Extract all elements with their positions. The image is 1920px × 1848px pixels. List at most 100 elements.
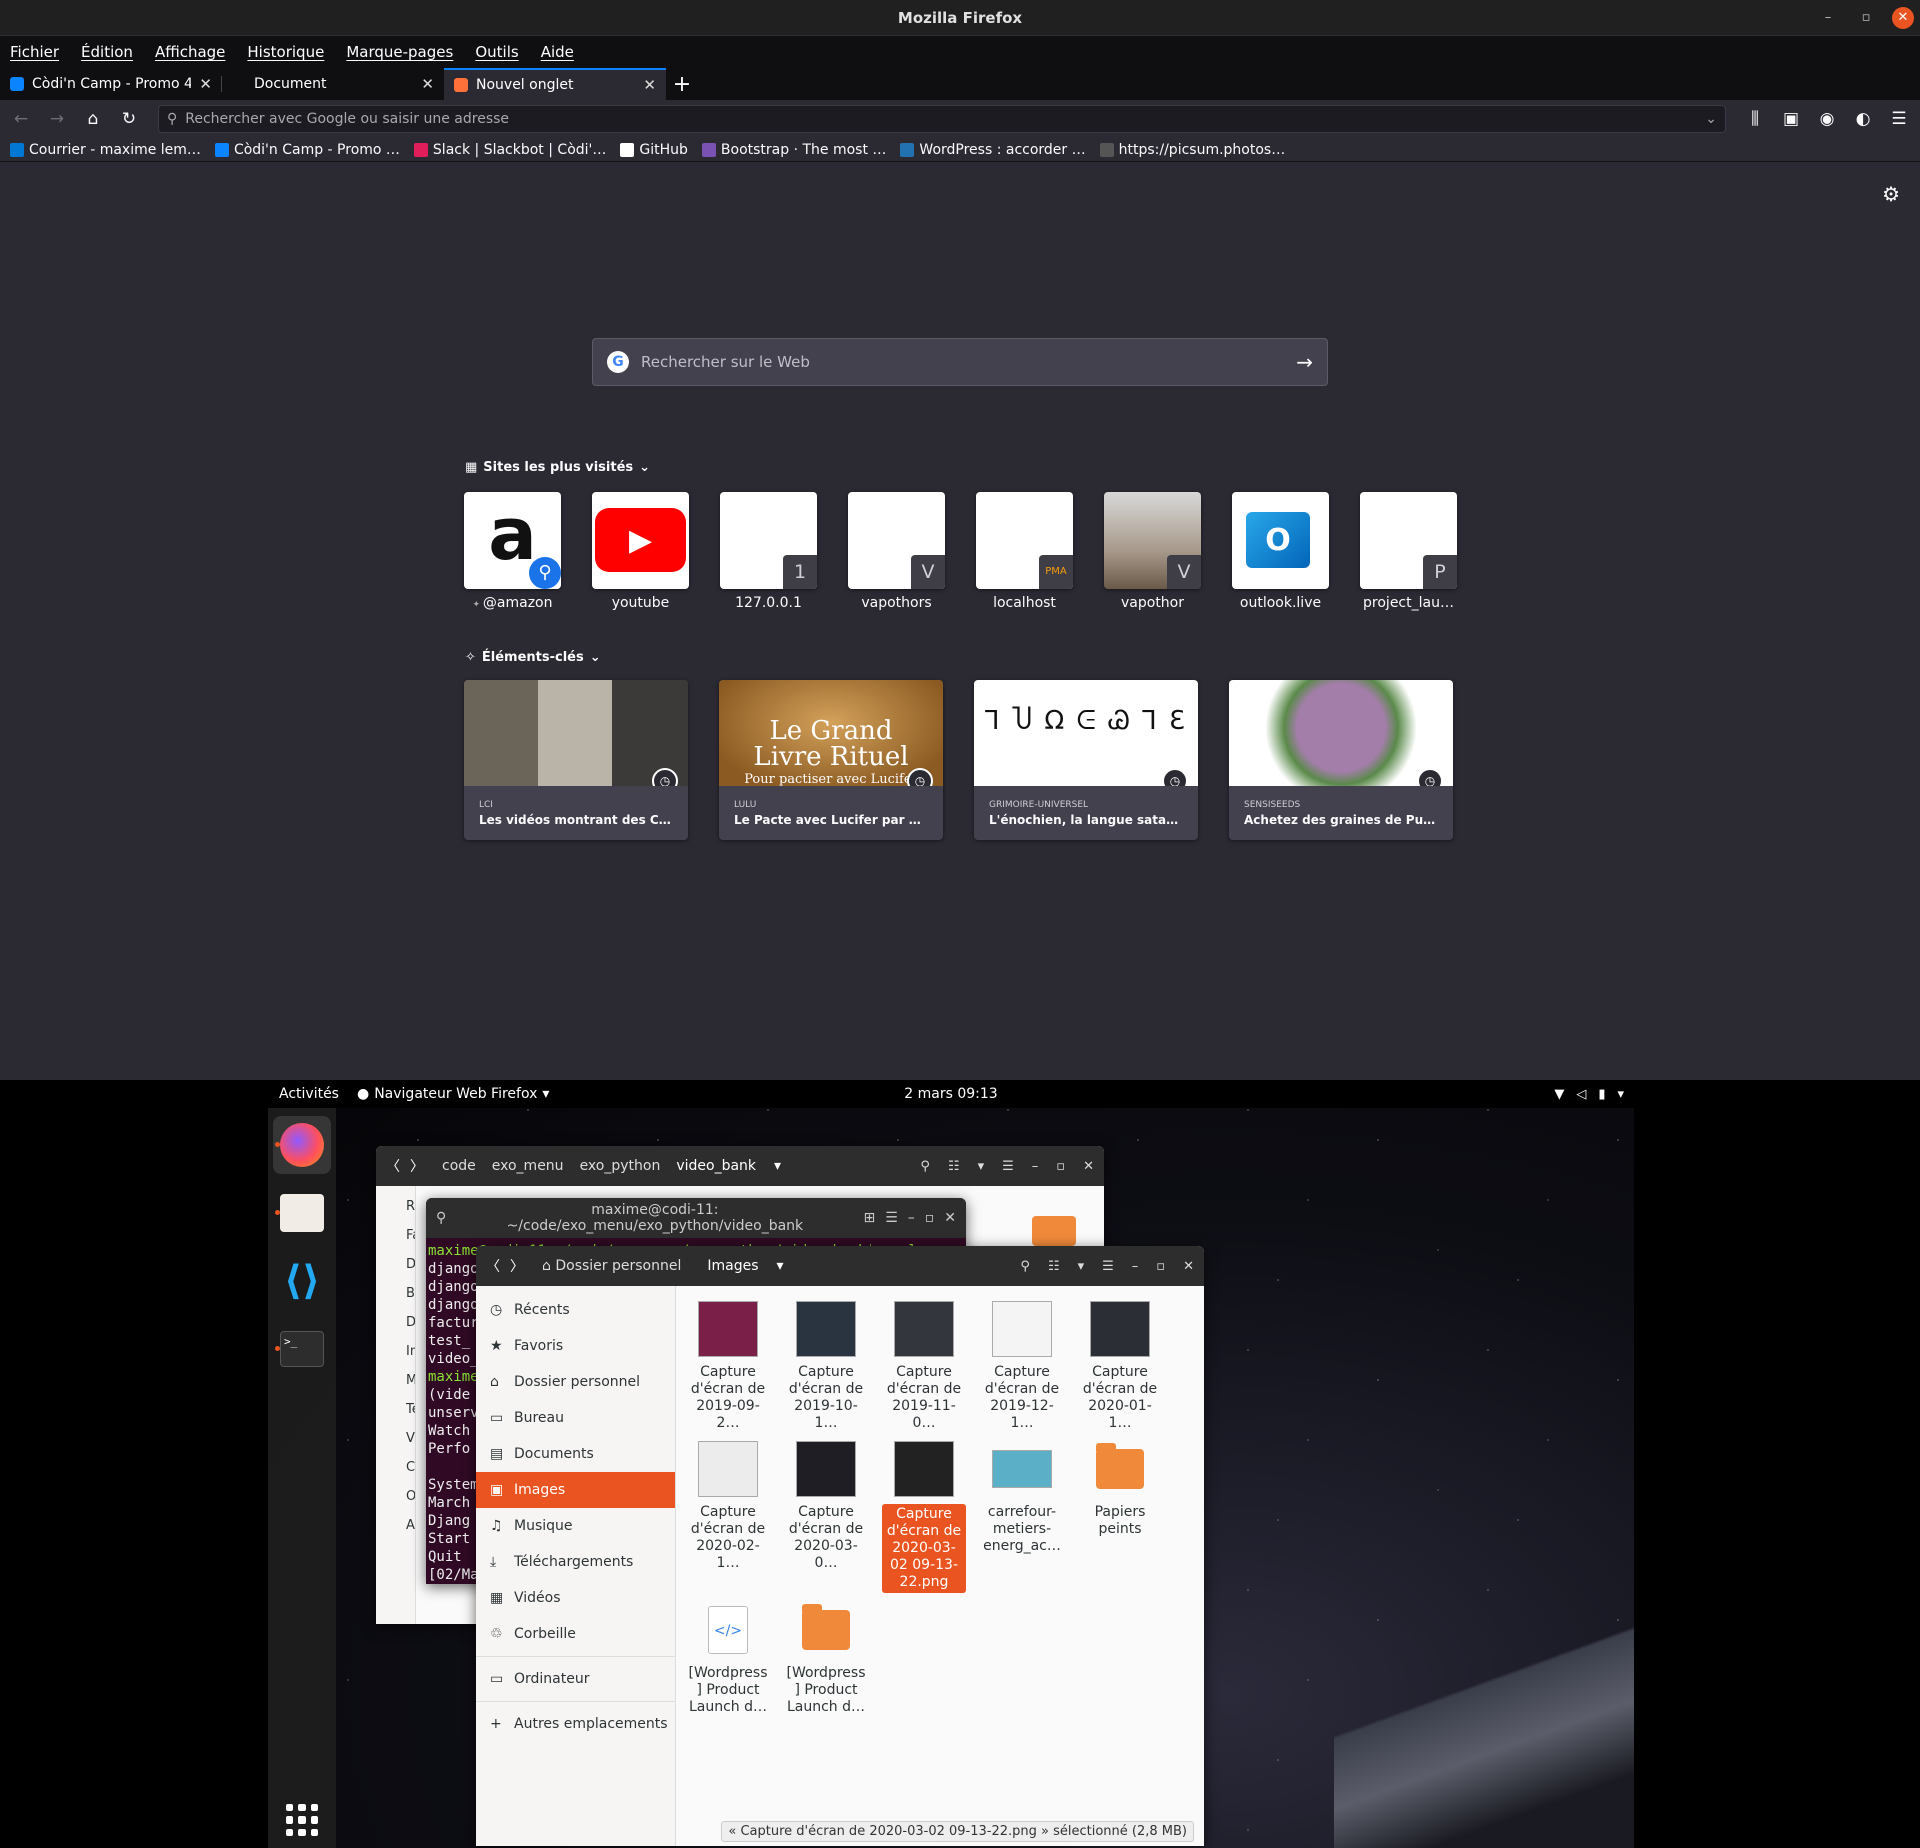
menu-item[interactable]: Historique: [247, 43, 324, 61]
breadcrumb-item[interactable]: exo_menu: [484, 1158, 572, 1174]
search-icon[interactable]: ⚲: [920, 1159, 930, 1174]
top-site-tile[interactable]: Pproject_lau…: [1360, 492, 1457, 611]
bookmark[interactable]: WordPress : accorder …: [900, 142, 1086, 158]
web-search-box[interactable]: G Rechercher sur le Web →: [592, 338, 1328, 386]
breadcrumb-item[interactable]: code: [434, 1158, 484, 1174]
breadcrumb-home[interactable]: ⌂ Dossier personnel: [534, 1258, 689, 1274]
breadcrumb-item[interactable]: exo_python: [572, 1158, 669, 1174]
sidebar-item-partial[interactable]: Ré: [376, 1192, 415, 1221]
sidebar-item-partial[interactable]: Mu: [376, 1366, 415, 1395]
battery-icon[interactable]: ▮: [1598, 1087, 1605, 1102]
sidebar-item[interactable]: ♫ Musique: [476, 1508, 675, 1544]
sidebar-item-partial[interactable]: Im: [376, 1337, 415, 1366]
bookmark[interactable]: https://picsum.photos…: [1099, 142, 1285, 158]
sidebar-item[interactable]: ▦ Vidéos: [476, 1580, 675, 1616]
list-view-icon[interactable]: ☷: [1048, 1259, 1060, 1274]
menu-item[interactable]: Fichier: [10, 43, 59, 61]
menu-icon[interactable]: ☰: [1102, 1259, 1114, 1274]
sidebar-item[interactable]: ◷ Récents: [476, 1292, 675, 1328]
menu-icon[interactable]: ☰: [885, 1210, 898, 1226]
sidebar-item-partial[interactable]: Fa: [376, 1221, 415, 1250]
tab[interactable]: Còdi'n Camp - Promo 4 - ✕: [0, 68, 222, 100]
file-item[interactable]: Capture d'écran de 2019-11-0…: [882, 1298, 966, 1432]
top-site-tile[interactable]: Vvapothor: [1104, 492, 1201, 611]
new-tab-icon[interactable]: ⊞: [863, 1210, 875, 1226]
top-site-tile[interactable]: ▶ youtube: [592, 492, 689, 611]
sidebar-item-partial[interactable]: Co: [376, 1453, 415, 1482]
bookmark[interactable]: Còdi'n Camp - Promo …: [214, 142, 400, 158]
chevron-down-icon[interactable]: ⌄: [1705, 111, 1717, 127]
top-site-tile[interactable]: Vvapothors: [848, 492, 945, 611]
files-launcher[interactable]: [273, 1184, 331, 1242]
caret-down-icon[interactable]: ▾: [978, 1159, 985, 1174]
restore-icon[interactable]: ▫: [1854, 6, 1878, 30]
top-site-tile[interactable]: a ⚲ ✦ @amazon: [464, 492, 561, 611]
search-icon[interactable]: ⚲: [436, 1210, 446, 1226]
activities-button[interactable]: Activités: [279, 1086, 339, 1102]
sidebar-item[interactable]: ▭ Ordinateur: [476, 1661, 675, 1697]
forward-icon[interactable]: 〉: [510, 1256, 524, 1276]
close-icon[interactable]: ✕: [1892, 7, 1914, 29]
back-icon[interactable]: 〈: [386, 1156, 400, 1176]
app-menu[interactable]: ● Navigateur Web Firefox ▾: [357, 1086, 549, 1102]
sidebar-item[interactable]: ★ Favoris: [476, 1328, 675, 1364]
vscode-launcher[interactable]: ⟨⟩: [273, 1252, 331, 1310]
sidebar-item-partial[interactable]: Do: [376, 1250, 415, 1279]
close-icon[interactable]: ✕: [1183, 1259, 1194, 1274]
volume-icon[interactable]: ◁: [1576, 1087, 1586, 1102]
caret-down-icon[interactable]: ▾: [777, 1258, 784, 1274]
maximize-icon[interactable]: ▫: [1156, 1259, 1165, 1274]
minimize-icon[interactable]: –: [1032, 1159, 1039, 1174]
file-item[interactable]: Capture d'écran de 2020-01-1…: [1078, 1298, 1162, 1432]
sidebar-item-partial[interactable]: A: [376, 1511, 415, 1540]
close-icon[interactable]: ✕: [944, 1210, 956, 1226]
close-tab-icon[interactable]: ✕: [643, 76, 656, 94]
search-icon[interactable]: ⚲: [1020, 1259, 1030, 1274]
sidebar-item-partial[interactable]: Té: [376, 1395, 415, 1424]
menu-item[interactable]: Affichage: [155, 43, 225, 61]
sidebar-item[interactable]: ▤ Documents: [476, 1436, 675, 1472]
minimize-icon[interactable]: –: [1132, 1259, 1139, 1274]
new-tab-button[interactable]: +: [666, 68, 698, 100]
highlights-heading[interactable]: ✧ Éléments-clés ⌄: [465, 650, 601, 665]
menu-item[interactable]: Marque-pages: [346, 43, 453, 61]
maximize-icon[interactable]: ▫: [925, 1210, 935, 1226]
file-item[interactable]: Capture d'écran de 2020-03-02 09-13-22.p…: [882, 1438, 966, 1593]
sidebar-item[interactable]: ♲ Corbeille: [476, 1616, 675, 1652]
sidebar-item-partial[interactable]: Bu: [376, 1279, 415, 1308]
bookmark[interactable]: Courrier - maxime lem…: [10, 142, 201, 158]
close-icon[interactable]: ✕: [1083, 1159, 1094, 1174]
menu-item[interactable]: Édition: [81, 43, 133, 61]
breadcrumb-current[interactable]: Images: [699, 1258, 766, 1274]
close-tab-icon[interactable]: ✕: [421, 75, 434, 93]
highlight-card[interactable]: ◷ LCI Les vidéos montrant des Chinoi…: [464, 680, 688, 840]
bookmark[interactable]: Bootstrap · The most …: [701, 142, 886, 158]
bookmark[interactable]: Slack | Slackbot | Còdi'…: [413, 142, 606, 158]
breadcrumb-item[interactable]: video_bank: [668, 1158, 764, 1174]
account-icon[interactable]: ◉: [1812, 104, 1842, 134]
sidebar-item-partial[interactable]: Or: [376, 1482, 415, 1511]
back-icon[interactable]: 〈: [486, 1256, 500, 1276]
forward-icon[interactable]: 〉: [410, 1156, 424, 1176]
top-site-tile[interactable]: Ooutlook.live: [1232, 492, 1329, 611]
tab[interactable]: Nouvel onglet ✕: [444, 68, 666, 100]
sidebar-item[interactable]: ⤓ Téléchargements: [476, 1544, 675, 1580]
home-icon[interactable]: ⌂: [78, 104, 108, 134]
tab[interactable]: Document ✕: [222, 68, 444, 100]
menu-icon[interactable]: ☰: [1002, 1159, 1014, 1174]
file-item[interactable]: Capture d'écran de 2020-02-1…: [686, 1438, 770, 1593]
file-item[interactable]: Capture d'écran de 2019-09-2…: [686, 1298, 770, 1432]
top-site-tile[interactable]: PMA localhost: [976, 492, 1073, 611]
library-icon[interactable]: ⫼: [1740, 104, 1770, 134]
top-sites-heading[interactable]: ▦ Sites les plus visités ⌄: [465, 460, 650, 475]
file-item[interactable]: Capture d'écran de 2019-10-1…: [784, 1298, 868, 1432]
file-item[interactable]: Capture d'écran de 2019-12-1…: [980, 1298, 1064, 1432]
minimize-icon[interactable]: –: [1816, 6, 1840, 30]
menu-item[interactable]: Aide: [541, 43, 574, 61]
bookmark[interactable]: GitHub: [620, 142, 688, 158]
highlight-card[interactable]: Ꞁ Ⴎ Ω ᕮ Ꮚ ꓶ Ɛ ◷ GRIMOIRE-UNIVERSEL L'énochi…: [974, 680, 1198, 840]
file-item[interactable]: [Wordpress ] Product Launch d…: [784, 1599, 868, 1716]
highlight-card[interactable]: ◷ SENSISEEDS Achetez des graines de Purple…: [1229, 680, 1453, 840]
minimize-icon[interactable]: –: [908, 1210, 915, 1226]
sidebar-item-partial[interactable]: Vi: [376, 1424, 415, 1453]
